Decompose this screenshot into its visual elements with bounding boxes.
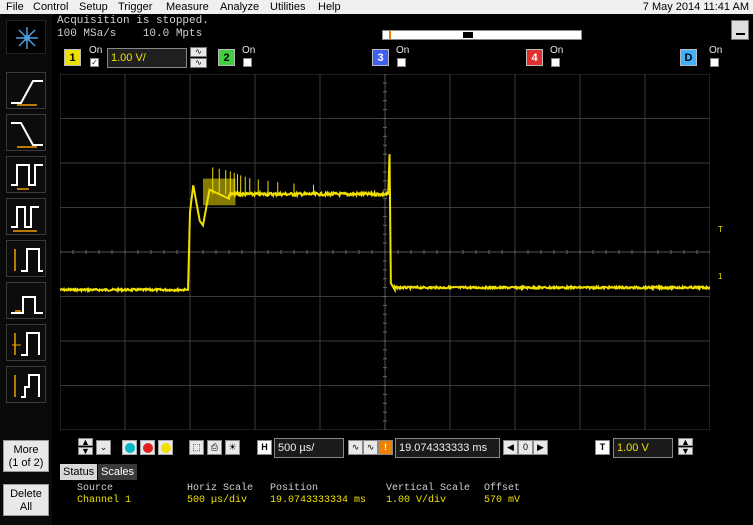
offset-value: 570 mV	[484, 495, 521, 506]
envelope-icon	[463, 32, 473, 38]
channel-2-on-label: On	[242, 45, 256, 56]
scales-panel: Source Horiz Scale Position Vertical Sca…	[52, 480, 753, 525]
vertical-scale-value: 1.00 V/div	[386, 495, 447, 506]
delay-reference-icon[interactable]: !	[378, 440, 393, 455]
control-bar: ▲ ▼ ⌄ ⬚ ⎙ ☀ H 500 µs/ ∿ ∿ ! 19.074333333…	[52, 432, 753, 462]
offset-header: Offset	[484, 483, 521, 494]
trigger-position-marker	[389, 31, 391, 39]
info-tabs: Status Scales	[52, 462, 753, 480]
coarse-scale-icon[interactable]: ∿	[363, 440, 378, 455]
scroll-down-button[interactable]: ▼	[78, 447, 93, 456]
menu-measure[interactable]: Measure	[166, 0, 209, 14]
tab-scales[interactable]: Scales	[98, 464, 138, 480]
vertical-scale-header: Vertical Scale	[386, 483, 471, 494]
yellow-marker-button[interactable]	[158, 440, 173, 455]
trigger-level-marker[interactable]: T	[718, 225, 723, 234]
cyan-marker-button[interactable]	[122, 440, 137, 455]
coupling-dc-icon[interactable]: ∿	[190, 58, 207, 68]
setup-hold-icon[interactable]	[6, 324, 46, 361]
horizontal-scale-field[interactable]: 500 µs/	[274, 438, 344, 458]
trigger-level-field[interactable]: 1.00 V	[613, 438, 673, 458]
digital-channel-button[interactable]: D	[680, 49, 697, 66]
acquisition-status: Acquisition is stopped. 100 MSa/s 10.0 M…	[57, 15, 209, 41]
chevron-down-icon[interactable]: ⌄	[96, 440, 111, 455]
fine-scale-icon[interactable]: ∿	[348, 440, 363, 455]
delay-left-button[interactable]: ◀	[503, 440, 518, 455]
delete-label: Delete	[10, 488, 42, 500]
delay-zero-button[interactable]: 0	[518, 440, 533, 455]
channel-4-button[interactable]: 4	[526, 49, 543, 66]
channel-1-on-label: On	[89, 45, 103, 56]
more-label: More	[13, 444, 39, 456]
source-header: Source	[77, 483, 114, 494]
acquisition-state: Acquisition is stopped.	[57, 15, 209, 27]
graticule[interactable]	[60, 74, 710, 430]
period-trigger-icon[interactable]	[6, 198, 46, 235]
brightness-icon[interactable]: ☀	[225, 440, 240, 455]
pulse-width-trigger-icon[interactable]	[6, 156, 46, 193]
delay-field[interactable]: 19.074333333 ms	[395, 438, 500, 458]
coupling-ac-icon[interactable]: ∿	[190, 47, 207, 57]
trigger-label[interactable]: T	[595, 440, 610, 455]
delete-all-button[interactable]: Delete All	[3, 484, 49, 516]
position-header: Position	[270, 483, 319, 494]
more-button[interactable]: More (1 of 2)	[3, 440, 49, 472]
sample-rate-memory: 100 MSa/s 10.0 Mpts	[57, 28, 203, 40]
screenshot-icon[interactable]: ⬚	[189, 440, 204, 455]
trigger-down-button[interactable]: ▼	[678, 447, 693, 456]
delete-sub-label: All	[19, 501, 33, 513]
menu-control[interactable]: Control	[33, 0, 68, 14]
waveform-ringing-band	[203, 178, 236, 206]
red-marker-button[interactable]	[140, 440, 155, 455]
channel-3-checkbox[interactable]	[397, 58, 406, 67]
channel-1-checkbox[interactable]: ✓	[90, 58, 99, 67]
digital-on-label: On	[709, 45, 723, 56]
position-value: 19.0743333334 ms	[270, 495, 367, 506]
runt-trigger-icon[interactable]	[6, 282, 46, 319]
channel-bar: 1 On ✓ 1.00 V/ ∿ ∿ 2 On 3 On 4 On D On	[52, 44, 753, 72]
menu-help[interactable]: Help	[318, 0, 341, 14]
memory-position-bar[interactable]	[382, 30, 582, 40]
horiz-scale-value: 500 µs/div	[187, 495, 248, 506]
scroll-up-button[interactable]: ▲	[78, 438, 93, 447]
trigger-up-button[interactable]: ▲	[678, 438, 693, 447]
channel-3-button[interactable]: 3	[372, 49, 389, 66]
horizontal-label[interactable]: H	[257, 440, 272, 455]
menu-trigger[interactable]: Trigger	[118, 0, 152, 14]
channel-2-checkbox[interactable]	[243, 58, 252, 67]
menu-utilities[interactable]: Utilities	[270, 0, 305, 14]
channel-3-on-label: On	[396, 45, 410, 56]
datetime: 7 May 2014 11:41 AM	[642, 1, 749, 13]
digital-checkbox[interactable]	[710, 58, 719, 67]
channel-4-on-label: On	[550, 45, 564, 56]
left-tool-panel: More (1 of 2) Delete All	[0, 14, 52, 525]
ground-marker[interactable]: 1	[718, 272, 722, 281]
channel-2-button[interactable]: 2	[218, 49, 235, 66]
print-icon[interactable]: ⎙	[207, 440, 222, 455]
delay-right-button[interactable]: ▶	[533, 440, 548, 455]
falling-edge-trigger-icon[interactable]	[6, 114, 46, 151]
acquisition-bar: Acquisition is stopped. 100 MSa/s 10.0 M…	[52, 14, 753, 44]
channel-1-button[interactable]: 1	[64, 49, 81, 66]
menu-bar: File Control Setup Trigger Measure Analy…	[0, 0, 753, 14]
menu-analyze[interactable]: Analyze	[220, 0, 259, 14]
transition-trigger-icon[interactable]	[6, 366, 46, 403]
keysight-logo-icon[interactable]	[6, 20, 46, 54]
channel-1-scale-field[interactable]: 1.00 V/	[107, 48, 187, 68]
more-page-label: (1 of 2)	[8, 457, 44, 469]
menu-setup[interactable]: Setup	[79, 0, 108, 14]
tab-status[interactable]: Status	[60, 464, 98, 480]
horiz-scale-header: Horiz Scale	[187, 483, 254, 494]
rising-edge-trigger-icon[interactable]	[6, 72, 46, 109]
source-value: Channel 1	[77, 495, 132, 506]
channel-4-checkbox[interactable]	[551, 58, 560, 67]
menu-file[interactable]: File	[6, 0, 24, 14]
amplitude-pulse-icon[interactable]	[6, 240, 46, 277]
minimize-button[interactable]	[731, 20, 749, 40]
